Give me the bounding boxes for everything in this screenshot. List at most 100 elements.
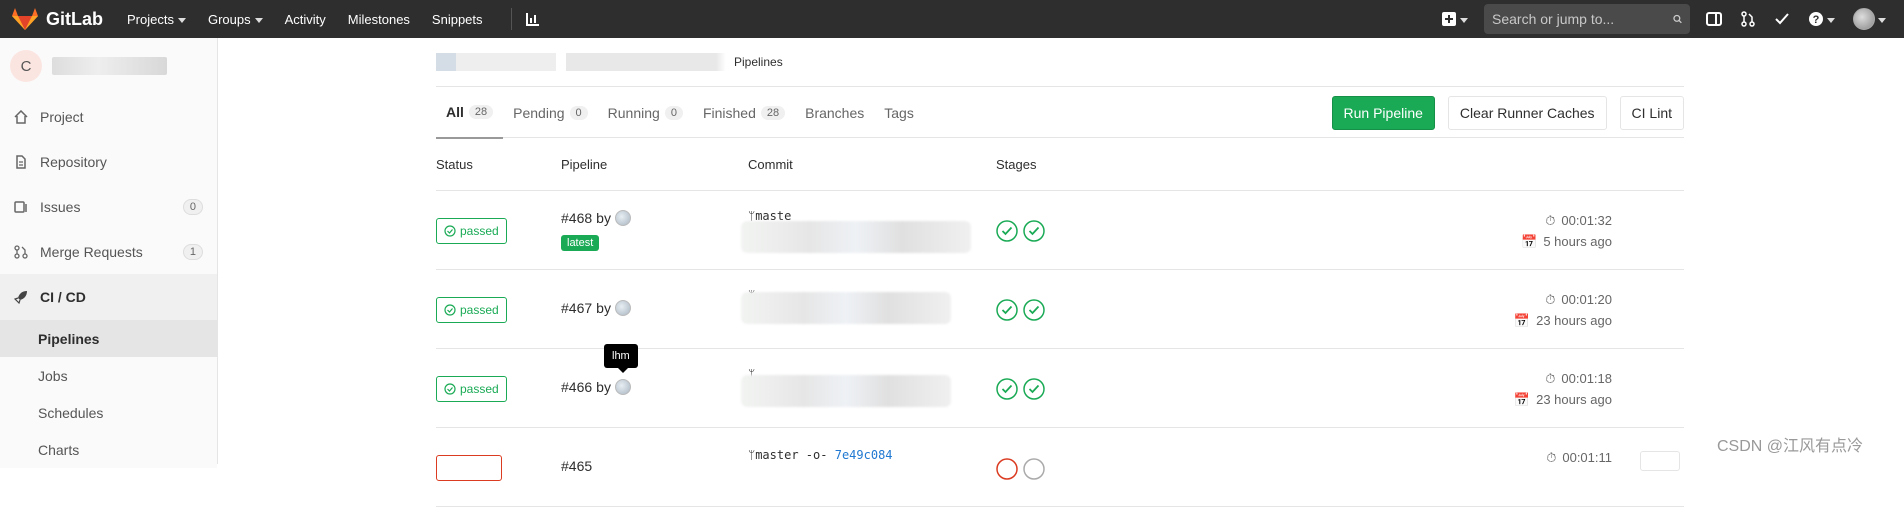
- sidebar-item-project[interactable]: Project: [0, 94, 217, 139]
- search-icon[interactable]: [1673, 12, 1682, 26]
- tab-finished[interactable]: Finished 28: [693, 87, 795, 139]
- sidebar-sub-schedules[interactable]: Schedules: [0, 394, 217, 431]
- pipeline-timing: ⏱ 00:01:18 📅 23 hours ago: [1336, 368, 1612, 410]
- nav-projects[interactable]: Projects: [127, 12, 186, 27]
- commit-branch[interactable]: ᛘmaster -o- 7e49c084: [748, 448, 893, 462]
- sidebar-item-label: CI / CD: [40, 289, 86, 305]
- ci-lint-button[interactable]: CI Lint: [1619, 96, 1684, 130]
- merge-request-icon[interactable]: [1740, 11, 1756, 27]
- table-row: passed #468 by latest ᛘmaste ⏱ 00:01:32 📅…: [436, 191, 1684, 270]
- status-badge[interactable]: passed: [436, 218, 507, 244]
- chevron-down-icon: [1460, 17, 1468, 23]
- tab-pending[interactable]: Pending 0: [503, 87, 598, 139]
- avatar[interactable]: [614, 300, 631, 316]
- calendar-icon: 📅: [1513, 312, 1531, 328]
- project-header[interactable]: C: [0, 38, 217, 94]
- stage-passed-icon[interactable]: [996, 378, 1018, 400]
- user-menu[interactable]: [1853, 8, 1886, 30]
- doc-icon: [14, 154, 30, 169]
- tab-count-badge: 0: [569, 106, 588, 120]
- check-circle-icon: [444, 304, 456, 316]
- search-box[interactable]: [1484, 4, 1690, 34]
- pipeline-id: #468 by: [561, 210, 631, 226]
- nav-groups[interactable]: Groups: [208, 12, 263, 27]
- stage-failed-icon[interactable]: [996, 458, 1018, 480]
- nav-snippets[interactable]: Snippets: [432, 12, 483, 27]
- avatar[interactable]: [614, 210, 631, 226]
- pipeline-link[interactable]: #465: [561, 458, 592, 474]
- new-item-button[interactable]: [1442, 12, 1468, 26]
- timer-icon: ⏱: [1545, 370, 1556, 386]
- sidebar-item-repository[interactable]: Repository: [0, 139, 217, 184]
- tab-branches[interactable]: Branches: [795, 87, 874, 139]
- commit-icon: -o-: [805, 448, 828, 462]
- pipelines-table-header: Status Pipeline Commit Stages: [436, 139, 1684, 191]
- stage-passed-icon[interactable]: [996, 220, 1018, 242]
- sidebar-toggle-icon[interactable]: [1706, 11, 1722, 27]
- timer-icon: ⏱: [1545, 212, 1556, 228]
- sidebar-sub-jobs[interactable]: Jobs: [0, 357, 217, 394]
- header-pipeline: Pipeline: [561, 157, 608, 172]
- status-badge[interactable]: passed: [436, 297, 507, 323]
- commit-redacted: [741, 375, 951, 407]
- branch-label: master: [755, 448, 799, 462]
- status-label: passed: [460, 303, 499, 317]
- breadcrumb-current[interactable]: Pipelines: [734, 55, 783, 69]
- avatar[interactable]: [614, 379, 631, 395]
- tab-running[interactable]: Running 0: [598, 87, 693, 139]
- stage-passed-icon[interactable]: [996, 299, 1018, 321]
- plus-icon: [1442, 12, 1456, 26]
- project-name-redacted: [52, 57, 167, 75]
- table-row: #465 ᛘmaster -o- 7e49c084 ⏱ 00:01:11: [436, 428, 1684, 507]
- commit-sha-link[interactable]: 7e49c084: [835, 448, 893, 462]
- sidebar-sub-charts[interactable]: Charts: [0, 431, 217, 468]
- stage-passed-icon[interactable]: [1023, 299, 1045, 321]
- sidebar-item-merge-requests[interactable]: Merge Requests 1: [0, 229, 217, 274]
- tab-all[interactable]: All 28: [436, 87, 504, 139]
- status-label: passed: [460, 382, 499, 396]
- pipeline-id: #466 by: [561, 379, 631, 395]
- latest-badge: latest: [561, 235, 600, 251]
- todo-icon[interactable]: [1774, 11, 1790, 27]
- commit-redacted: [741, 292, 951, 324]
- stage-skipped-icon[interactable]: [1023, 458, 1045, 480]
- pipeline-id: #465: [561, 458, 592, 474]
- sidebar-item-ci-cd[interactable]: CI / CD: [0, 274, 217, 320]
- sidebar-sub-pipelines[interactable]: Pipelines: [0, 320, 217, 357]
- help-icon[interactable]: ?: [1808, 11, 1835, 27]
- sidebar-item-issues[interactable]: Issues 0: [0, 184, 217, 229]
- avatar: [1853, 8, 1875, 30]
- nav-milestones[interactable]: Milestones: [348, 12, 410, 27]
- duration: 00:01:32: [1561, 213, 1612, 228]
- tab-count-badge: 0: [664, 106, 683, 120]
- gitlab-logo[interactable]: GitLab: [12, 0, 103, 38]
- status-badge[interactable]: passed: [436, 376, 507, 402]
- tab-count-badge: 28: [760, 106, 786, 120]
- pipeline-link[interactable]: #468: [561, 210, 592, 226]
- breadcrumb-redacted: [436, 53, 726, 71]
- chart-icon[interactable]: [525, 12, 540, 26]
- stage-passed-icon[interactable]: [1023, 220, 1045, 242]
- timer-icon: ⏱: [1546, 449, 1557, 465]
- status-badge[interactable]: [436, 455, 502, 481]
- sidebar-item-label: Merge Requests: [40, 243, 143, 260]
- pipeline-by: by: [596, 300, 611, 316]
- tab-tags[interactable]: Tags: [874, 87, 924, 139]
- pipeline-timing: ⏱ 00:01:20 📅 23 hours ago: [1336, 289, 1612, 331]
- stage-passed-icon[interactable]: [1023, 378, 1045, 400]
- run-pipeline-button[interactable]: Run Pipeline: [1331, 96, 1435, 130]
- sidebar-item-label: Project: [40, 108, 84, 125]
- mr-count-badge: 1: [182, 243, 203, 260]
- pipeline-link[interactable]: #466: [561, 379, 592, 395]
- table-row: passed #467 by ᛘ ⏱00:01:20 📅23 hours ago: [436, 270, 1684, 349]
- row-action-button[interactable]: [1640, 451, 1680, 471]
- pipeline-by: by: [596, 210, 611, 226]
- clear-runner-caches-button[interactable]: Clear Runner Caches: [1447, 96, 1607, 130]
- header-status: Status: [436, 157, 473, 172]
- pipeline-link[interactable]: #467: [561, 300, 592, 316]
- chevron-down-icon: [254, 17, 263, 23]
- stages: [996, 458, 1045, 480]
- search-input[interactable]: [1492, 11, 1673, 27]
- nav-activity[interactable]: Activity: [285, 12, 326, 27]
- tab-label: Pending: [513, 105, 565, 121]
